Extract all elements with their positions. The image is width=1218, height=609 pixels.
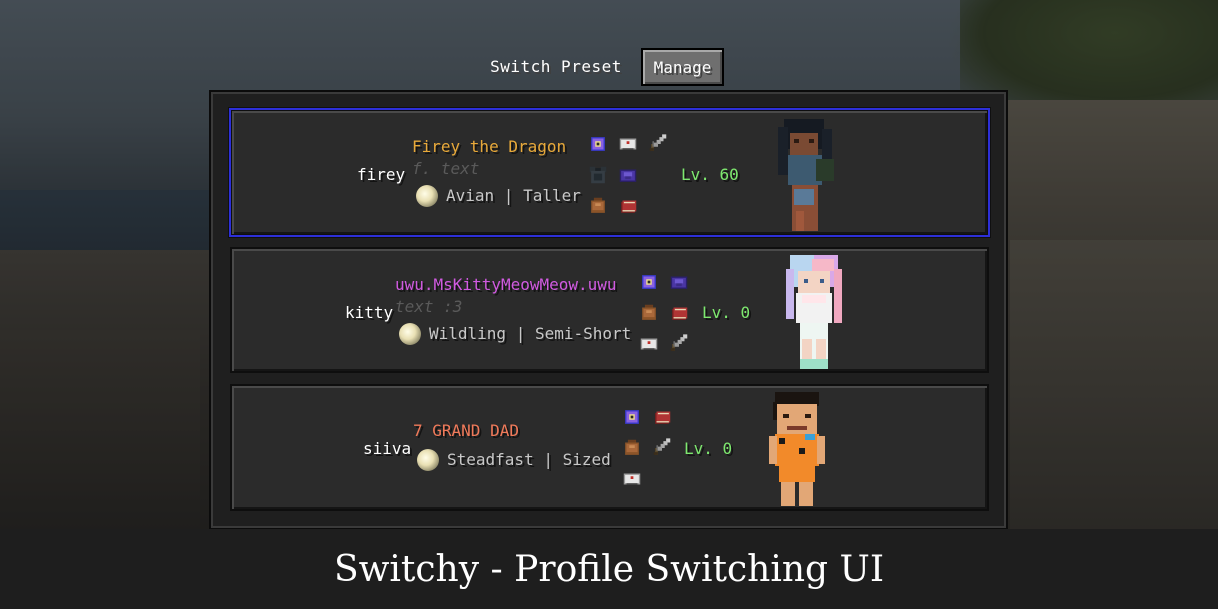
- preset-id: siiva: [363, 439, 412, 458]
- chestplate-icon: [586, 164, 610, 186]
- preset-display-name: 7 GRAND DAD: [413, 421, 519, 440]
- preset-origin: Wildling | Semi-Short: [429, 324, 632, 343]
- preset-list[interactable]: firey Firey the Dragon f. text Avian | T…: [209, 90, 1008, 530]
- screen-title: Switch Preset: [490, 57, 622, 76]
- preset-origin: Steadfast | Sized: [447, 450, 611, 469]
- preset-origin: Avian | Taller: [446, 186, 581, 205]
- preset-entry-siiva[interactable]: siiva 7 GRAND DAD Steadfast | Sized Lv. …: [230, 384, 989, 511]
- preset-level: Lv. 0: [702, 303, 751, 322]
- preset-id: firey: [357, 165, 406, 184]
- preset-note: f. text: [412, 159, 480, 178]
- preset-entry-kitty[interactable]: kitty uwu.MsKittyMeowMeow.uwu text :3 Wi…: [230, 247, 989, 373]
- ender-eye-icon: [637, 271, 661, 293]
- bundle-icon: [637, 302, 661, 324]
- cloak-icon: [667, 271, 691, 293]
- bundle-icon: [586, 195, 610, 217]
- manage-button[interactable]: Manage: [641, 48, 724, 86]
- cloak-icon: [616, 164, 640, 186]
- preset-display-name: uwu.MsKittyMeowMeow.uwu: [395, 275, 617, 294]
- book-icon: [667, 302, 691, 324]
- book-icon: [616, 195, 640, 217]
- compass-icon: [637, 333, 661, 355]
- origin-orb-icon: [417, 449, 439, 471]
- sword-icon: [650, 437, 674, 459]
- preset-level: Lv. 0: [684, 439, 733, 458]
- sword-icon: [646, 133, 670, 155]
- sword-icon: [667, 333, 691, 355]
- compass-icon: [620, 468, 644, 490]
- origin-orb-icon: [416, 185, 438, 207]
- preset-id: kitty: [345, 303, 394, 322]
- preset-note: text :3: [395, 297, 463, 316]
- book-icon: [650, 406, 674, 428]
- player-avatar: [772, 119, 838, 231]
- preset-display-name: Firey the Dragon: [412, 137, 567, 156]
- origin-orb-icon: [399, 323, 421, 345]
- compass-icon: [616, 133, 640, 155]
- preset-level: Lv. 60: [681, 165, 739, 184]
- player-avatar: [784, 255, 844, 369]
- caption: Switchy - Profile Switching UI: [0, 529, 1218, 609]
- ender-eye-icon: [586, 133, 610, 155]
- player-avatar: [769, 392, 825, 506]
- ender-eye-icon: [620, 406, 644, 428]
- bundle-icon: [620, 437, 644, 459]
- preset-entry-firey[interactable]: firey Firey the Dragon f. text Avian | T…: [229, 108, 990, 237]
